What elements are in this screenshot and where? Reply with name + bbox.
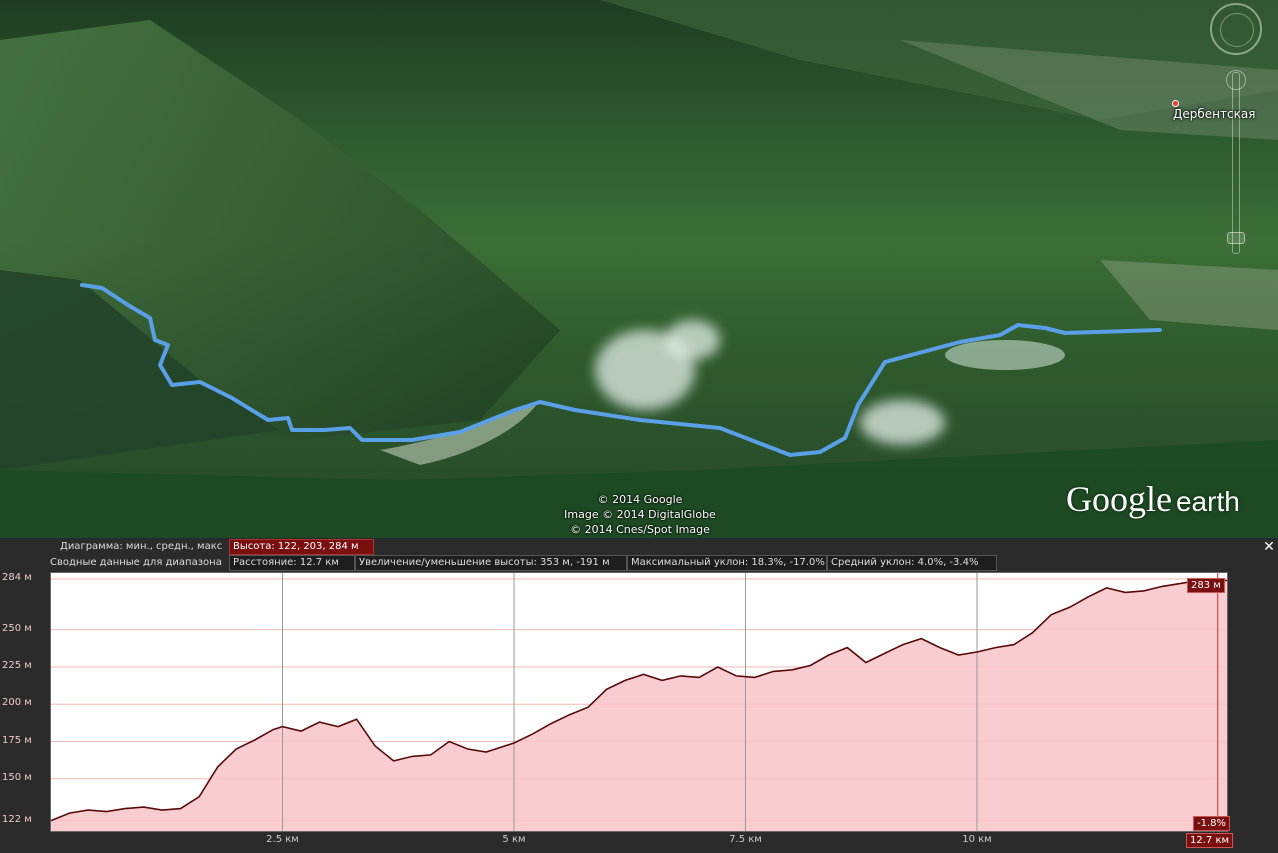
elevation-plot[interactable] bbox=[50, 572, 1228, 832]
cursor-elevation-badge: 283 м bbox=[1187, 578, 1225, 593]
place-marker-icon[interactable] bbox=[1172, 100, 1179, 107]
elevation-chart-button[interactable]: Высота: 122, 203, 284 м bbox=[229, 539, 374, 555]
gain-loss-stat[interactable]: Увеличение/уменьшение высоты: 353 м, -19… bbox=[355, 555, 627, 571]
y-tick-label: 200 м bbox=[2, 697, 32, 709]
place-label[interactable]: Дербентская bbox=[1173, 107, 1255, 121]
x-tick-label: 2.5 км bbox=[266, 834, 299, 845]
summary-label: Сводные данные для диапазона bbox=[50, 557, 222, 568]
map-view[interactable]: Дербентская © 2014 Google Image © 2014 D… bbox=[0, 0, 1278, 538]
elevation-profile-panel: Диаграмма: мин., средн., макс Высота: 12… bbox=[0, 538, 1278, 853]
y-tick-label: 150 м bbox=[2, 771, 32, 783]
zoom-slider[interactable] bbox=[1232, 72, 1240, 254]
summary-row: Сводные данные для диапазона Расстояние:… bbox=[0, 555, 1278, 571]
cursor-slope-badge: -1.8% bbox=[1193, 816, 1231, 831]
distance-stat[interactable]: Расстояние: 12.7 км bbox=[229, 555, 355, 571]
logo-google-text: Google bbox=[1066, 479, 1172, 519]
elevation-chart-svg[interactable] bbox=[50, 573, 1227, 831]
close-icon[interactable]: ✕ bbox=[1262, 540, 1276, 554]
max-slope-stat[interactable]: Максимальный уклон: 18.3%, -17.0% bbox=[627, 555, 827, 571]
y-tick-label: 284 м bbox=[2, 571, 32, 583]
track-route bbox=[80, 283, 1162, 457]
chart-selector-row: Диаграмма: мин., средн., макс Высота: 12… bbox=[0, 539, 1278, 555]
elevation-area bbox=[51, 580, 1227, 831]
y-tick-label: 175 м bbox=[2, 734, 32, 746]
copyright-google: © 2014 Google bbox=[597, 493, 683, 506]
x-tick-label: 10 км bbox=[962, 834, 992, 845]
google-earth-logo: Google earth bbox=[1066, 478, 1240, 520]
logo-earth-text: earth bbox=[1175, 486, 1240, 517]
x-tick-label: 7.5 км bbox=[729, 834, 762, 845]
avg-slope-stat[interactable]: Средний уклон: 4.0%, -3.4% bbox=[827, 555, 997, 571]
copyright-cnes: © 2014 Cnes/Spot Image bbox=[570, 523, 710, 536]
y-tick-label: 122 м bbox=[2, 813, 32, 825]
copyright-digitalglobe: Image © 2014 DigitalGlobe bbox=[564, 508, 716, 521]
x-tick-label: 5 км bbox=[502, 834, 526, 845]
zoom-slider-knob[interactable] bbox=[1227, 232, 1245, 244]
compass-control[interactable] bbox=[1210, 3, 1262, 55]
y-tick-label: 225 м bbox=[2, 659, 32, 671]
cursor-distance-badge: 12.7 км bbox=[1186, 833, 1234, 848]
chart-label: Диаграмма: мин., средн., макс bbox=[60, 541, 223, 552]
y-tick-label: 250 м bbox=[2, 622, 32, 634]
